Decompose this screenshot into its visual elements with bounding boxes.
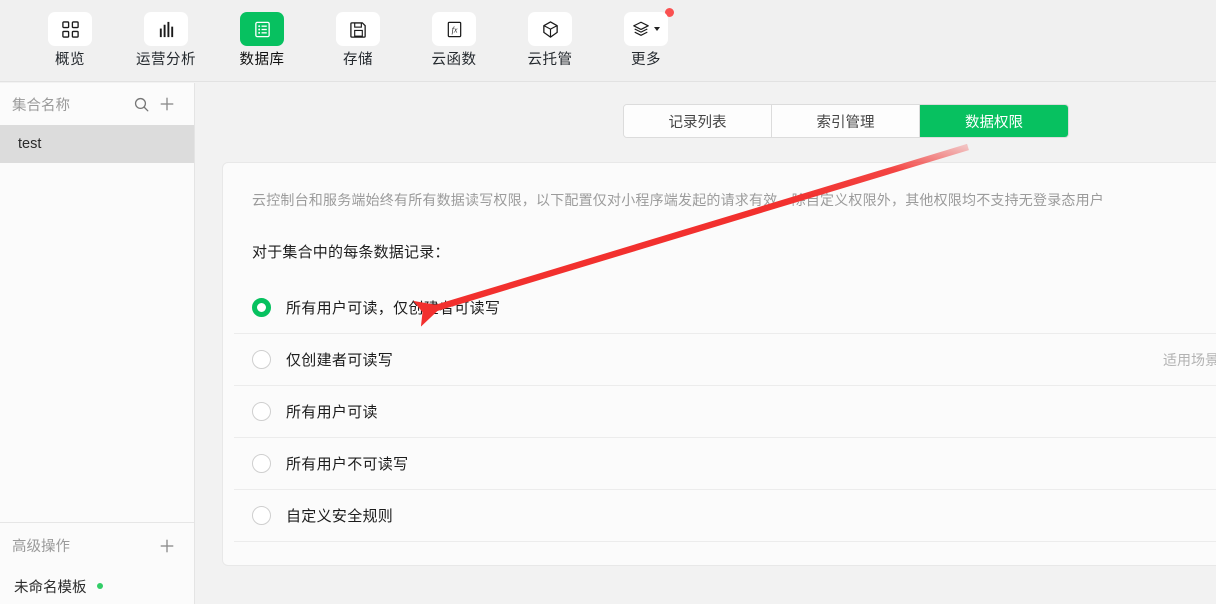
permission-option-label: 仅创建者可读写: [286, 352, 394, 369]
radio-button[interactable]: [252, 298, 271, 317]
tab-label: 记录列表: [668, 114, 727, 131]
sidebar-item-unnamed-template[interactable]: 未命名模板: [0, 568, 194, 604]
nav-tile: [528, 12, 572, 46]
nav-tile: [144, 12, 188, 46]
nav-label: 概览: [55, 52, 85, 68]
nav-tile: [336, 12, 380, 46]
permission-option-scene: 适用场景：: [1163, 351, 1216, 368]
tab-index-management[interactable]: 索引管理: [772, 105, 920, 137]
radio-button[interactable]: [252, 454, 271, 473]
nav-label: 云托管: [527, 52, 573, 68]
nav-label: 更多: [631, 52, 661, 68]
radio-button[interactable]: [252, 402, 271, 421]
permission-option-list: 所有用户可读，仅创建者可读写 仅创建者可读写 适用场景： 所有用户可读 所有用户…: [234, 282, 1216, 542]
nav-item-cloud-hosting[interactable]: 云托管: [502, 0, 598, 68]
sidebar-item-test[interactable]: test: [0, 125, 194, 163]
radio-button[interactable]: [252, 350, 271, 369]
permission-option-row[interactable]: 所有用户可读: [234, 386, 1216, 438]
layers-icon: [633, 21, 649, 36]
tab-data-permission[interactable]: 数据权限: [920, 105, 1068, 137]
nav-item-overview[interactable]: 概览: [22, 0, 118, 68]
nav-label: 存储: [343, 52, 373, 68]
top-navigation-bar: 概览 运营分析 数据库 存储 fx 云函数 云托管 更多: [0, 0, 1216, 82]
template-status-dot: [96, 583, 103, 589]
permission-option-row[interactable]: 仅创建者可读写 适用场景：: [234, 334, 1216, 386]
main-content: 记录列表 索引管理 数据权限 云控制台和服务端始终有所有数据读写权限，以下配置仅…: [196, 83, 1216, 604]
plus-icon: [160, 539, 174, 552]
permission-option-label: 所有用户不可读写: [286, 456, 409, 473]
sidebar-advanced-section: 高级操作 未命名模板: [0, 522, 194, 604]
nav-tile: [624, 12, 668, 46]
nav-tile: [240, 12, 284, 46]
radio-button[interactable]: [252, 506, 271, 525]
tab-bar: 记录列表 索引管理 数据权限: [623, 104, 1069, 138]
collections-sidebar: 集合名称 test 高级操作 未命名模板: [0, 83, 195, 604]
permission-card: 云控制台和服务端始终有所有数据读写权限，以下配置仅对小程序端发起的请求有效。除自…: [222, 162, 1216, 566]
cube-icon: [542, 20, 558, 38]
permission-subtitle: 对于集合中的每条数据记录：: [252, 244, 450, 261]
nav-item-more[interactable]: 更多: [598, 0, 694, 68]
bar-chart-icon: [159, 21, 173, 37]
nav-item-cloud-function[interactable]: fx 云函数: [406, 0, 502, 68]
search-collection-button[interactable]: [128, 91, 154, 117]
permission-option-label: 所有用户可读，仅创建者可读写: [286, 300, 501, 317]
add-template-button[interactable]: [154, 533, 180, 559]
chevron-down-icon: [654, 27, 660, 31]
tab-record-list[interactable]: 记录列表: [624, 105, 772, 137]
permission-option-row[interactable]: 所有用户不可读写: [234, 438, 1216, 490]
permission-option-label: 自定义安全规则: [286, 508, 394, 525]
template-label: 未命名模板: [14, 579, 87, 596]
tab-label: 数据权限: [965, 114, 1023, 131]
tab-label: 索引管理: [816, 114, 875, 131]
function-fx-icon: fx: [447, 21, 461, 37]
permission-option-label: 所有用户可读: [286, 404, 378, 421]
sidebar-title: 集合名称: [12, 97, 70, 114]
save-disk-icon: [349, 21, 366, 38]
permission-option-row[interactable]: 所有用户可读，仅创建者可读写: [234, 282, 1216, 334]
permission-description: 云控制台和服务端始终有所有数据读写权限，以下配置仅对小程序端发起的请求有效。除自…: [252, 192, 1104, 208]
advanced-title: 高级操作: [12, 539, 70, 555]
grid-icon: [61, 20, 79, 38]
sidebar-header: 集合名称: [0, 83, 194, 125]
permission-option-row[interactable]: 自定义安全规则: [234, 490, 1216, 542]
nav-item-operation-analysis[interactable]: 运营分析: [118, 0, 214, 68]
add-collection-button[interactable]: [154, 91, 180, 117]
nav-item-storage[interactable]: 存储: [310, 0, 406, 68]
nav-item-database[interactable]: 数据库: [214, 0, 310, 68]
database-icon: [254, 21, 270, 37]
nav-tile: [48, 12, 92, 46]
search-icon: [134, 97, 148, 111]
nav-label: 云函数: [431, 52, 477, 68]
plus-icon: [160, 97, 174, 111]
advanced-header: 高级操作: [0, 523, 194, 568]
nav-label: 运营分析: [136, 52, 196, 68]
svg-text:fx: fx: [451, 25, 457, 34]
nav-label: 数据库: [239, 52, 285, 68]
collection-label: test: [18, 136, 42, 152]
nav-tile: fx: [432, 12, 476, 46]
